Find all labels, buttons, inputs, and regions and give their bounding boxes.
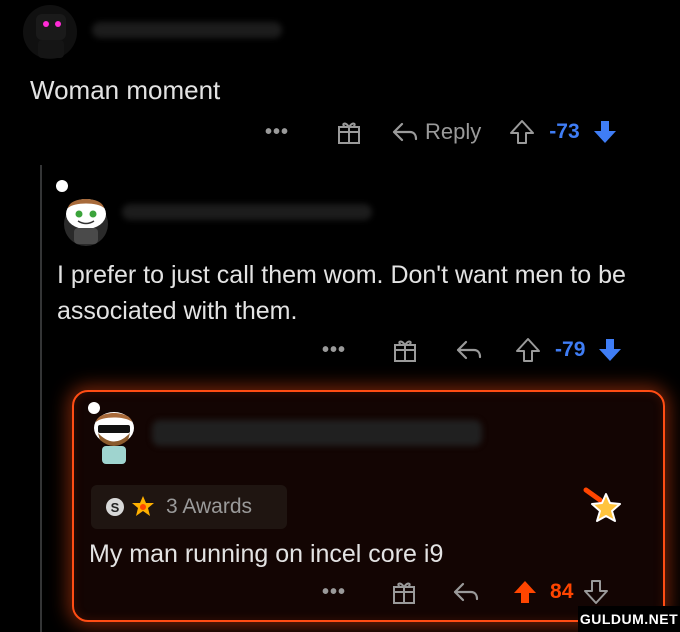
downvote-arrow-icon	[584, 580, 609, 604]
watermark: GULDUM.NET	[578, 606, 680, 632]
comment-2-username[interactable]	[122, 204, 372, 220]
upvote-arrow-icon	[510, 120, 535, 144]
comment-1-body: Woman moment	[30, 75, 221, 105]
reply-button[interactable]	[455, 338, 483, 362]
comment-1-avatar[interactable]	[22, 4, 78, 60]
gift-icon[interactable]	[335, 118, 363, 146]
more-options-button[interactable]: •••	[322, 339, 346, 362]
upvote-button[interactable]	[512, 578, 538, 606]
comment-3-actions: ••• 84	[322, 574, 609, 610]
comment-2-avatar[interactable]	[52, 178, 112, 246]
star-award-icon	[582, 486, 624, 528]
downvote-button[interactable]	[583, 578, 609, 606]
comment-2-actions: ••• -79	[322, 332, 623, 368]
reply-label: Reply	[425, 119, 482, 144]
awards-badge[interactable]: S 3 Awards	[91, 485, 287, 529]
reply-button[interactable]	[452, 580, 480, 604]
comment-1: Woman moment ••• Reply -73	[0, 0, 680, 160]
comment-2-body: I prefer to just call them wom. Don't wa…	[57, 261, 626, 325]
silver-award-icon: S	[105, 497, 125, 517]
vote-score: -79	[555, 338, 586, 361]
reply-arrow-icon	[392, 122, 418, 142]
comment-3-body: My man running on incel core i9	[89, 540, 444, 568]
comment-3-avatar[interactable]	[84, 400, 142, 466]
comment-3-username[interactable]	[152, 420, 482, 446]
gift-icon[interactable]	[391, 336, 419, 364]
downvote-arrow-icon	[593, 121, 616, 143]
upvote-button[interactable]	[509, 118, 535, 146]
snoo-avatar-icon	[88, 402, 134, 464]
star-burst-award-icon	[130, 494, 156, 520]
more-options-button[interactable]: •••	[265, 121, 289, 144]
vote-score: -73	[549, 120, 580, 143]
reply-arrow-icon	[453, 582, 479, 602]
vote-score: 84	[550, 580, 574, 603]
svg-text:S: S	[111, 500, 120, 515]
upvote-arrow-icon	[514, 581, 537, 603]
highlighted-comment: S 3 Awards My man running on incel core …	[72, 390, 665, 622]
more-options-button[interactable]: •••	[322, 581, 346, 604]
downvote-button[interactable]	[592, 118, 618, 146]
upvote-button[interactable]	[515, 336, 541, 364]
downvote-arrow-icon	[599, 339, 622, 361]
snoo-avatar-icon	[56, 180, 108, 246]
awards-count: 3 Awards	[166, 495, 252, 518]
comment-1-actions: ••• Reply -73	[265, 114, 618, 150]
downvote-button[interactable]	[597, 336, 623, 364]
comment-1-username[interactable]	[92, 22, 282, 38]
reply-button[interactable]: Reply	[391, 119, 481, 145]
snoo-avatar-icon	[23, 5, 77, 59]
reply-arrow-icon	[456, 340, 482, 360]
gift-icon[interactable]	[390, 578, 418, 606]
comment-2: I prefer to just call them wom. Don't wa…	[0, 160, 680, 385]
upvote-arrow-icon	[516, 338, 541, 362]
